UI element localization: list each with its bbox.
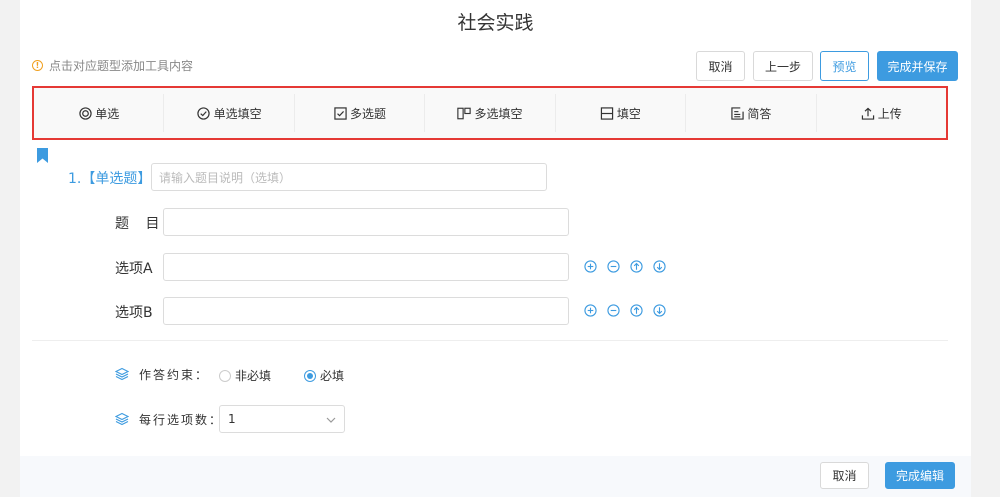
tool-upload[interactable]: 上传 — [817, 94, 946, 132]
chevron-down-icon — [326, 412, 336, 426]
radio-label: 非必填 — [235, 369, 272, 383]
radio-required[interactable]: 必填 — [304, 367, 344, 384]
edit-note-icon — [730, 106, 744, 120]
fill-blank-icon — [600, 106, 614, 120]
question-heading: 1.【单选题】 — [68, 171, 152, 187]
remove-option-icon[interactable] — [606, 259, 621, 274]
tool-fill-blank[interactable]: 填空 — [556, 94, 687, 132]
multi-fill-icon — [457, 106, 472, 120]
tool-multi-fill[interactable]: 多选填空 — [425, 94, 556, 132]
tool-label: 多选题 — [350, 106, 387, 121]
move-up-icon[interactable] — [629, 303, 644, 318]
layers-icon — [114, 411, 130, 426]
constraint-label: 作答约束： — [139, 368, 210, 382]
remove-option-icon[interactable] — [606, 303, 621, 318]
check-circle-icon — [197, 106, 211, 120]
editor-page: 社会实践 ! 点击对应题型添加工具内容 取消 上一步 预览 完成并保存 单选 单… — [20, 0, 971, 497]
option-b-actions — [583, 303, 667, 318]
tool-label: 简答 — [747, 106, 772, 121]
radio-label: 必填 — [320, 369, 345, 383]
prev-step-button[interactable]: 上一步 — [753, 51, 813, 81]
tool-label: 上传 — [877, 106, 902, 121]
hint-text-row: ! 点击对应题型添加工具内容 — [32, 57, 193, 74]
move-up-icon[interactable] — [629, 259, 644, 274]
tool-label: 单选 — [95, 106, 120, 121]
option-b-label: 选项B — [115, 305, 153, 321]
tool-label: 多选填空 — [474, 106, 523, 121]
add-option-icon[interactable] — [583, 259, 598, 274]
tool-label: 单选填空 — [213, 106, 262, 121]
upload-icon — [861, 106, 875, 120]
preview-button[interactable]: 预览 — [820, 51, 869, 81]
add-option-icon[interactable] — [583, 303, 598, 318]
question-desc-input[interactable]: 请输入题目说明（选填） — [151, 163, 547, 191]
option-b-input[interactable] — [163, 297, 569, 325]
section-divider — [32, 340, 948, 341]
cancel-button[interactable]: 取消 — [696, 51, 745, 81]
finish-save-button[interactable]: 完成并保存 — [877, 51, 958, 81]
move-down-icon[interactable] — [652, 259, 667, 274]
tool-short-answer[interactable]: 简答 — [686, 94, 817, 132]
per-row-label: 每行选项数： — [139, 413, 224, 427]
option-a-actions — [583, 259, 667, 274]
option-a-label: 选项A — [115, 261, 153, 277]
move-down-icon[interactable] — [652, 303, 667, 318]
question-title-input[interactable] — [163, 208, 569, 236]
page-title: 社会实践 — [457, 12, 534, 34]
tool-multi-choice[interactable]: 多选题 — [295, 94, 426, 132]
checkbox-icon — [333, 106, 347, 120]
question-type-toolbar: 单选 单选填空 多选题 多选填空 填空 简答 上传 — [32, 86, 948, 140]
finish-edit-button[interactable]: 完成编辑 — [885, 462, 955, 489]
tool-label: 填空 — [616, 106, 641, 121]
radio-icon — [78, 106, 92, 120]
radio-dot — [219, 369, 231, 382]
tool-single-choice[interactable]: 单选 — [34, 94, 165, 132]
tool-single-fill[interactable]: 单选填空 — [164, 94, 295, 132]
per-row-select[interactable]: 1 — [219, 405, 345, 433]
layers-icon — [114, 366, 130, 381]
footer-cancel-button[interactable]: 取消 — [820, 462, 869, 489]
hint-text: 点击对应题型添加工具内容 — [49, 59, 194, 73]
question-title-label: 题 目 — [115, 216, 166, 232]
bookmark-icon — [37, 148, 48, 163]
per-row-value: 1 — [228, 412, 236, 426]
info-icon: ! — [32, 60, 43, 71]
radio-dot-selected — [304, 369, 316, 382]
radio-optional[interactable]: 非必填 — [219, 367, 271, 384]
option-a-input[interactable] — [163, 253, 569, 281]
